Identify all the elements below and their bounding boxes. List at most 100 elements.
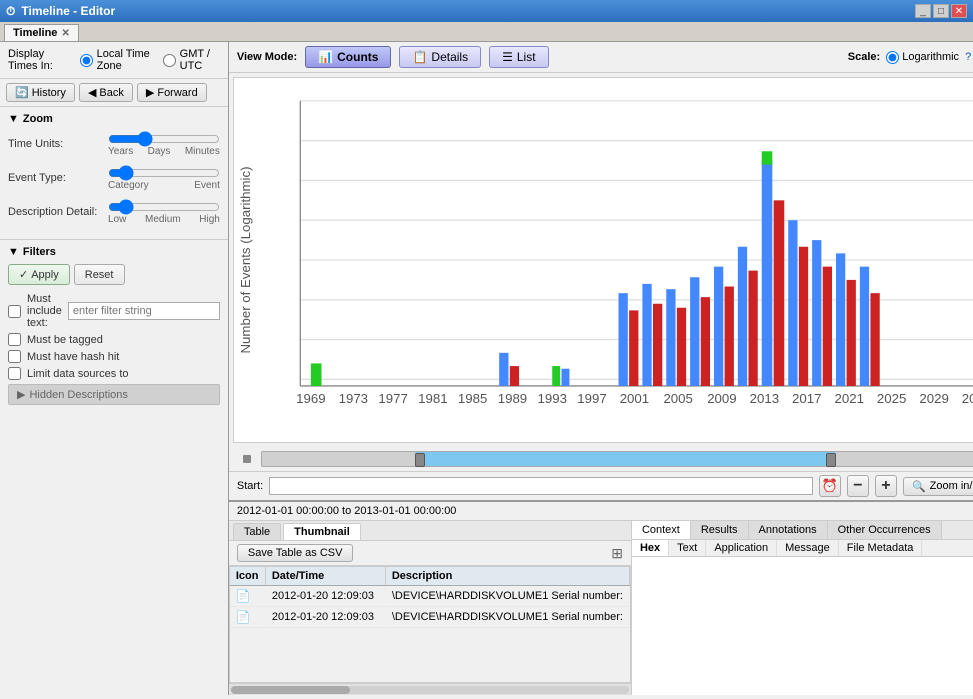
timeline-left-handle[interactable] [415, 453, 425, 467]
results-range: 2012-01-01 00:00:00 to 2013-01-01 00:00:… [237, 505, 457, 517]
logarithmic-radio-label[interactable]: Logarithmic [886, 51, 959, 64]
logarithmic-help-icon[interactable]: ? [965, 51, 971, 63]
must-be-tagged-label: Must be tagged [27, 334, 103, 346]
row-icon: 📄 [236, 589, 251, 603]
table-row[interactable]: 📄 2012-01-20 12:09:03 \DEVICE\HARDDISKVO… [230, 586, 630, 607]
desc-detail-slider[interactable] [108, 199, 220, 215]
hex-tab-message[interactable]: Message [777, 540, 839, 556]
row-description: \DEVICE\HARDDISKVOLUME1 Serial number: [386, 608, 630, 626]
start-label: Start: [237, 480, 263, 492]
view-details-button[interactable]: 📋 Details [399, 46, 481, 68]
back-icon: ◀ [88, 86, 96, 99]
timeline-right-handle[interactable] [826, 453, 836, 467]
hidden-desc-label: Hidden Descriptions [29, 389, 127, 401]
must-include-text-input[interactable] [68, 302, 220, 320]
event-type-max: Event [194, 180, 220, 191]
bar-1997-blue [561, 369, 569, 386]
hex-tab-file-metadata[interactable]: File Metadata [839, 540, 923, 556]
info-panel: Context Results Annotations Other Occurr… [631, 521, 973, 695]
must-have-hash-hit-label: Must have hash hit [27, 351, 119, 363]
y-axis-label: Number of Events (Logarithmic) [238, 166, 253, 353]
info-tab-results[interactable]: Results [691, 521, 749, 539]
bar-2012-blue [762, 161, 773, 386]
zoom-section: ▼ Zoom Time Units: Years Days Minutes Ev… [0, 107, 228, 240]
view-mode-bar: View Mode: 📊 Counts 📋 Details ☰ List Sca… [229, 42, 973, 73]
tab-timeline[interactable]: Timeline ✕ [4, 24, 79, 41]
forward-button[interactable]: ▶ Forward [137, 83, 207, 102]
must-have-hash-hit-checkbox[interactable] [8, 350, 21, 363]
table-row[interactable]: 📄 2012-01-20 12:09:03 \DEVICE\HARDDISKVO… [230, 607, 630, 628]
save-btn-row: Save Table as CSV ⊞ [229, 541, 631, 566]
filter-icon: ▼ [8, 246, 19, 258]
hex-tab-hex[interactable]: Hex [632, 540, 669, 556]
limit-data-sources-row: Limit data sources to [8, 367, 220, 380]
svg-text:1997: 1997 [577, 391, 606, 406]
tl-left-handle[interactable] [243, 455, 251, 463]
start-input[interactable] [269, 477, 813, 495]
hex-tab-text[interactable]: Text [669, 540, 706, 556]
reset-button[interactable]: Reset [74, 264, 125, 285]
local-time-radio-label[interactable]: Local Time Zone [80, 48, 157, 72]
counts-icon: 📊 [318, 50, 333, 64]
must-include-text-row: Must include text: [8, 293, 220, 329]
info-tab-annotations[interactable]: Annotations [749, 521, 828, 539]
zoom-search-icon: 🔍 [912, 480, 926, 493]
hex-tab-application[interactable]: Application [706, 540, 777, 556]
minimize-button[interactable]: _ [915, 4, 931, 18]
gmt-radio[interactable] [163, 54, 176, 67]
zoom-out-icon: − [853, 477, 862, 495]
event-type-label: Event Type: [8, 172, 108, 184]
zoom-dropdown[interactable]: 🔍 Zoom in/out to ▼ [903, 477, 973, 496]
view-counts-button[interactable]: 📊 Counts [305, 46, 391, 68]
history-button[interactable]: 🔄 History [6, 83, 75, 102]
info-tab-context[interactable]: Context [632, 521, 691, 539]
local-time-radio[interactable] [80, 54, 93, 67]
bar-2003-red [653, 304, 662, 386]
apply-button[interactable]: ✓ Apply [8, 264, 70, 285]
zoom-out-button[interactable]: − [847, 475, 869, 497]
limit-data-sources-checkbox[interactable] [8, 367, 21, 380]
row-icon: 📄 [236, 610, 251, 624]
gmt-radio-label[interactable]: GMT / UTC [163, 48, 220, 72]
history-icon: 🔄 [15, 86, 29, 99]
tab-close-icon[interactable]: ✕ [61, 28, 69, 39]
svg-text:2029: 2029 [919, 391, 948, 406]
maximize-button[interactable]: □ [933, 4, 949, 18]
back-button[interactable]: ◀ Back [79, 83, 133, 102]
hex-text-tabs: Hex Text Application Message File Metada… [632, 540, 973, 557]
event-type-slider[interactable] [108, 165, 220, 181]
view-list-button[interactable]: ☰ List [489, 46, 548, 68]
title-bar: ⏱ Timeline - Editor _ □ ✕ [0, 0, 973, 22]
apply-check-icon: ✓ [19, 268, 28, 281]
must-be-tagged-checkbox[interactable] [8, 333, 21, 346]
must-include-text-checkbox[interactable] [8, 305, 21, 318]
timeline-track[interactable] [261, 451, 973, 467]
svg-text:1989: 1989 [498, 391, 527, 406]
logarithmic-radio[interactable] [886, 51, 899, 64]
bar-1993-blue [499, 353, 508, 386]
bar-2009-blue [714, 267, 723, 386]
chart-svg: Number of Events (Logarithmic) [234, 78, 973, 442]
zoom-in-button[interactable]: + [875, 475, 897, 497]
row-description: \DEVICE\HARDDISKVOLUME1 Serial number: [386, 587, 630, 605]
col-header-icon: Icon [230, 567, 266, 585]
chart-area: Number of Events (Logarithmic) [233, 77, 973, 443]
time-units-slider[interactable] [108, 131, 220, 147]
row-datetime: 2012-01-20 12:09:03 [266, 587, 386, 605]
info-tab-other-occurrences[interactable]: Other Occurrences [828, 521, 942, 539]
save-csv-button[interactable]: Save Table as CSV [237, 544, 354, 562]
bar-2014-blue [812, 240, 821, 386]
sub-tab-table[interactable]: Table [233, 523, 281, 540]
svg-text:1993: 1993 [537, 391, 566, 406]
right-panel: View Mode: 📊 Counts 📋 Details ☰ List Sca… [229, 42, 973, 695]
bar-2007-blue [690, 277, 699, 386]
hidden-descriptions-row[interactable]: ▶ Hidden Descriptions [8, 384, 220, 405]
close-button[interactable]: ✕ [951, 4, 967, 18]
clock-button[interactable]: ⏰ [819, 475, 841, 497]
history-nav: 🔄 History ◀ Back ▶ Forward [0, 79, 228, 107]
bar-2012-green [762, 151, 773, 164]
sub-tab-thumbnail[interactable]: Thumbnail [283, 523, 361, 540]
desc-detail-row: Description Detail: Low Medium High [8, 199, 220, 225]
bar-2005-red [677, 308, 686, 386]
h-scrollbar[interactable] [229, 683, 631, 695]
